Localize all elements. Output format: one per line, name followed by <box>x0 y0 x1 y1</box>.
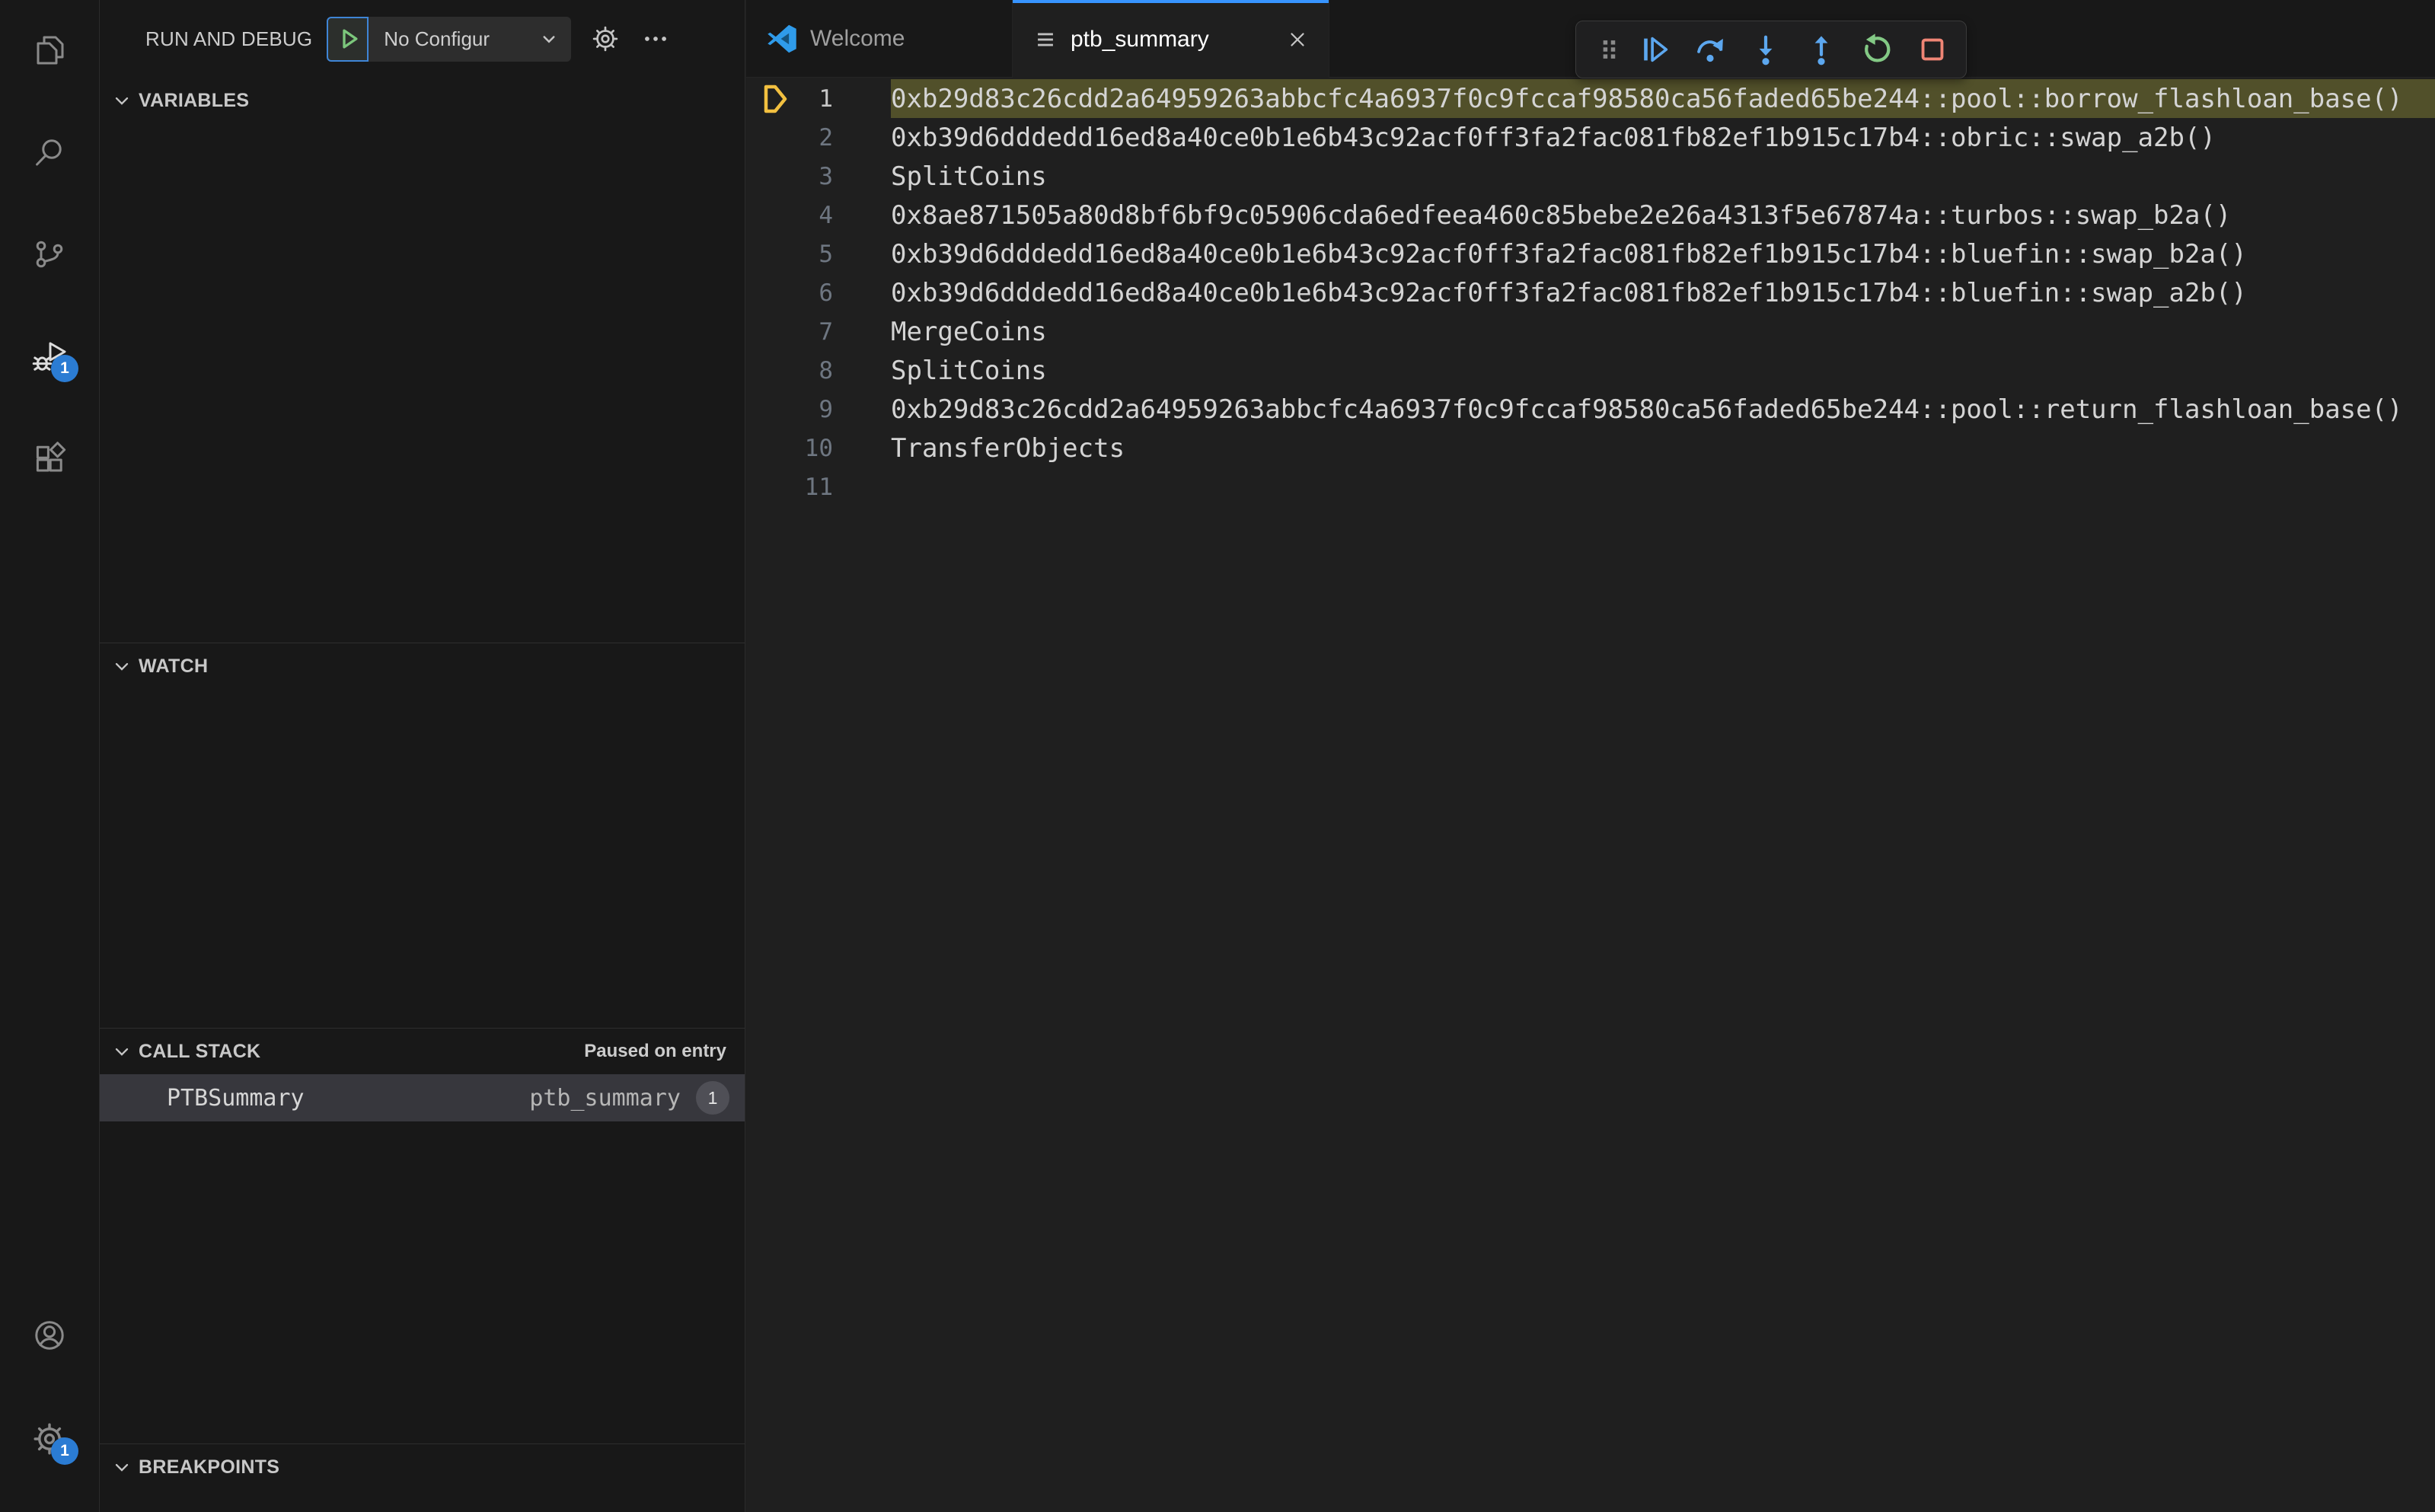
stop-icon[interactable] <box>1904 27 1960 72</box>
settings-badge: 1 <box>51 1437 78 1465</box>
line-number[interactable]: 2 <box>746 118 833 157</box>
breakpoints-section-header[interactable]: BREAKPOINTS <box>100 1444 745 1490</box>
watch-section: WATCH <box>100 643 745 1028</box>
chevron-down-icon <box>115 1463 129 1472</box>
variables-section: VARIABLES <box>100 78 745 643</box>
search-icon[interactable] <box>31 134 68 171</box>
code-text: TransferObjects <box>891 432 1125 464</box>
call-stack-frame-row[interactable]: PTBSummary ptb_summary 1 <box>100 1074 745 1121</box>
watch-section-title: WATCH <box>139 655 209 677</box>
code-line-7: 7 MergeCoins <box>746 312 2435 351</box>
code-text: 0xb29d83c26cdd2a64959263abbcfc4a6937f0c9… <box>891 394 2403 425</box>
account-icon[interactable] <box>31 1317 68 1354</box>
chevron-down-icon <box>115 1048 129 1056</box>
stack-frame-badge: 1 <box>696 1081 729 1115</box>
code-line-6: 6 0xb39d6dddedd16ed8a40ce0b1e6b43c92acf0… <box>746 273 2435 312</box>
call-stack-section-header[interactable]: CALL STACK Paused on entry <box>100 1029 745 1074</box>
step-out-icon[interactable] <box>1793 27 1849 72</box>
activity-bar: 1 1 <box>0 0 100 1512</box>
code-text: SplitCoins <box>891 355 1047 386</box>
code-line-4: 4 0x8ae871505a80d8bf6bf9c05906cda6edfeea… <box>746 196 2435 234</box>
debug-badge: 1 <box>51 355 78 382</box>
code-line-3: 3 SplitCoins <box>746 157 2435 196</box>
step-over-icon[interactable] <box>1682 27 1738 72</box>
editor-area: Welcome ptb_summary 1 0xb29d83c26cdd2a64… <box>746 0 2435 1512</box>
code-line-8: 8 SplitCoins <box>746 351 2435 390</box>
stack-frame-name: PTBSummary <box>167 1084 305 1112</box>
code-text: 0xb39d6dddedd16ed8a40ce0b1e6b43c92acf0ff… <box>891 238 2247 270</box>
continue-icon[interactable] <box>1626 27 1682 72</box>
line-number[interactable]: 5 <box>746 234 833 273</box>
line-number[interactable]: 3 <box>746 157 833 196</box>
run-and-debug-icon[interactable]: 1 <box>31 338 78 382</box>
line-number[interactable]: 1 <box>746 79 833 118</box>
code-line-5: 5 0xb39d6dddedd16ed8a40ce0b1e6b43c92acf0… <box>746 234 2435 273</box>
config-dropdown-label: No Configur <box>384 27 490 50</box>
run-and-debug-sidebar: RUN AND DEBUG No Configur VARIABLES WATC… <box>100 0 745 1512</box>
extensions-icon[interactable] <box>31 440 68 477</box>
code-line-2: 2 0xb39d6dddedd16ed8a40ce0b1e6b43c92acf0… <box>746 118 2435 157</box>
vscode-logo-icon <box>768 24 796 53</box>
explorer-icon[interactable] <box>31 32 68 69</box>
more-actions-icon[interactable] <box>641 24 670 53</box>
line-number[interactable]: 9 <box>746 390 833 429</box>
code-line-10: 10 TransferObjects <box>746 429 2435 467</box>
settings-gear-icon[interactable]: 1 <box>31 1421 78 1465</box>
breakpoints-section: BREAKPOINTS <box>100 1443 745 1512</box>
source-control-icon[interactable] <box>31 236 68 273</box>
call-stack-section: CALL STACK Paused on entry PTBSummary pt… <box>100 1028 745 1443</box>
code-editor[interactable]: 1 0xb29d83c26cdd2a64959263abbcfc4a6937f0… <box>746 78 2435 506</box>
list-file-icon <box>1038 33 1053 46</box>
sidebar-header: RUN AND DEBUG No Configur <box>100 0 745 78</box>
variables-section-title: VARIABLES <box>139 89 250 111</box>
execution-pointer-icon <box>764 85 787 113</box>
launch-config-control: No Configur <box>327 16 572 62</box>
close-tab-icon[interactable] <box>1286 28 1309 51</box>
toolbar-drag-handle-icon[interactable] <box>1591 27 1626 72</box>
step-into-icon[interactable] <box>1738 27 1793 72</box>
config-dropdown[interactable]: No Configur <box>369 16 572 62</box>
tab-ptb-summary[interactable]: ptb_summary <box>1013 0 1329 78</box>
code-text: 0xb39d6dddedd16ed8a40ce0b1e6b43c92acf0ff… <box>891 122 2216 153</box>
code-text: 0xb29d83c26cdd2a64959263abbcfc4a6937f0c9… <box>891 79 2435 118</box>
chevron-down-icon <box>543 36 555 43</box>
watch-section-header[interactable]: WATCH <box>100 643 745 689</box>
code-text: 0xb39d6dddedd16ed8a40ce0b1e6b43c92acf0ff… <box>891 277 2247 308</box>
activity-bar-bottom: 1 <box>31 1317 78 1465</box>
line-number[interactable]: 11 <box>746 467 833 506</box>
code-line-9: 9 0xb29d83c26cdd2a64959263abbcfc4a6937f0… <box>746 390 2435 429</box>
tab-label: Welcome <box>810 25 905 51</box>
code-text: SplitCoins <box>891 161 1047 192</box>
call-stack-section-title: CALL STACK <box>139 1040 261 1062</box>
chevron-down-icon <box>115 97 129 105</box>
line-number[interactable]: 7 <box>746 312 833 351</box>
stack-frame-file: ptb_summary <box>529 1084 681 1112</box>
line-number[interactable]: 4 <box>746 196 833 234</box>
code-line-11: 11 <box>746 467 2435 506</box>
line-number[interactable]: 10 <box>746 429 833 467</box>
tab-welcome[interactable]: Welcome <box>746 0 1013 77</box>
debug-toolbar <box>1575 21 1967 78</box>
chevron-down-icon <box>115 662 129 671</box>
line-number[interactable]: 6 <box>746 273 833 312</box>
tab-label: ptb_summary <box>1071 26 1209 52</box>
code-text: 0x8ae871505a80d8bf6bf9c05906cda6edfeea46… <box>891 199 2232 231</box>
variables-section-header[interactable]: VARIABLES <box>100 78 745 123</box>
line-number[interactable]: 8 <box>746 351 833 390</box>
code-line-1: 1 0xb29d83c26cdd2a64959263abbcfc4a6937f0… <box>746 79 2435 118</box>
start-debugging-button[interactable] <box>327 16 369 62</box>
restart-icon[interactable] <box>1849 27 1904 72</box>
sidebar-title: RUN AND DEBUG <box>145 27 313 50</box>
pause-status-label: Paused on entry <box>584 1041 726 1061</box>
debug-settings-gear-icon[interactable] <box>591 24 620 53</box>
code-text: MergeCoins <box>891 316 1047 347</box>
breakpoints-section-title: BREAKPOINTS <box>139 1456 280 1478</box>
